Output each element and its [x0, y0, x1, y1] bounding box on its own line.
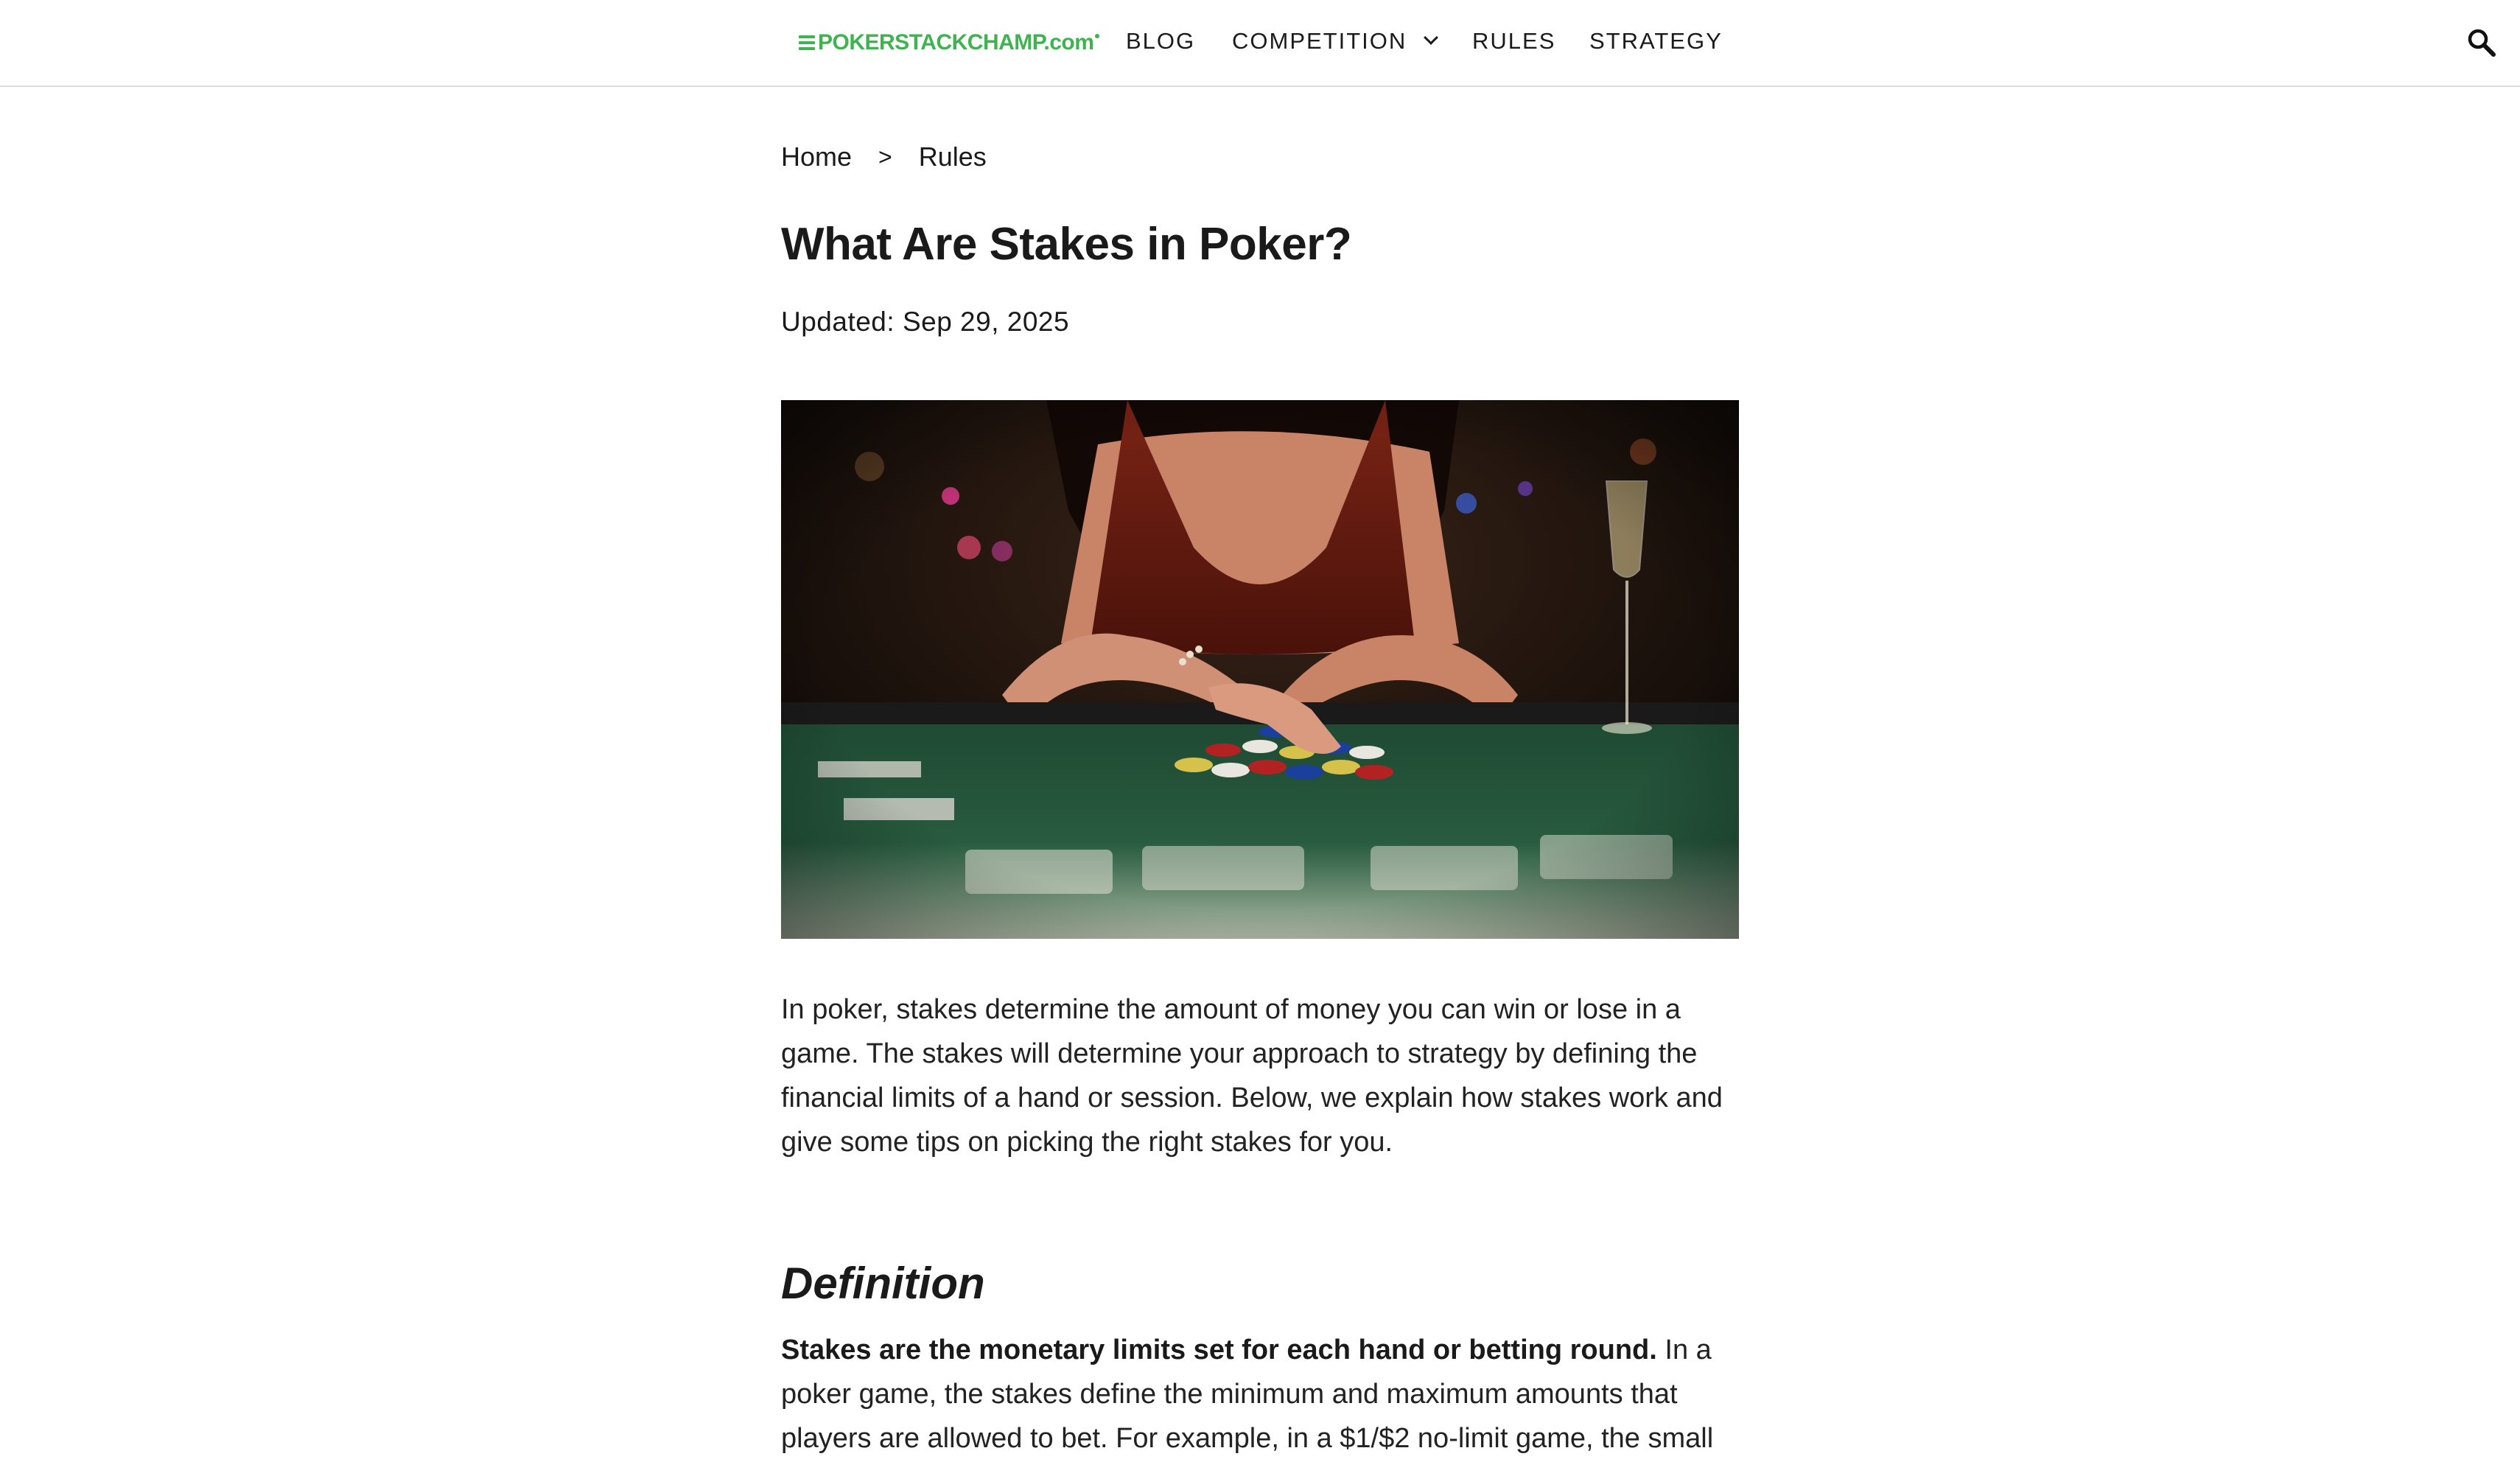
nav-label-blog: BLOG	[1126, 28, 1196, 54]
updated-date: Updated: Sep 29, 2025	[781, 307, 1070, 337]
nav-label-rules: RULES	[1472, 28, 1556, 54]
section-heading-definition: Definition	[781, 1259, 985, 1308]
nav-label-strategy: STRATEGY	[1589, 28, 1723, 54]
breadcrumb-home-link[interactable]: Home	[781, 141, 852, 172]
breadcrumb: Home > Rules	[781, 139, 987, 175]
breadcrumb-rules-link[interactable]: Rules	[919, 141, 987, 172]
logo-dot	[1095, 34, 1100, 38]
nav-item-competition[interactable]: COMPETITION	[1232, 0, 1439, 83]
search-icon	[2468, 29, 2496, 57]
nav-item-strategy[interactable]: STRATEGY	[1589, 0, 1723, 83]
breadcrumb-separator: >	[878, 143, 892, 170]
site-header: POKERSTACKCHAMP.com BLOG COMPETITION RUL…	[0, 0, 2520, 87]
chip-stack-icon	[799, 34, 815, 52]
site-logo[interactable]: POKERSTACKCHAMP.com	[799, 29, 1100, 56]
nav-item-rules[interactable]: RULES	[1472, 0, 1555, 83]
intro-paragraph: In poker, stakes determine the amount of…	[781, 994, 1723, 1158]
logo-text: POKERSTACKCHAMP.com	[818, 30, 1094, 55]
search-button[interactable]	[2465, 27, 2498, 59]
page-title: What Are Stakes in Poker?	[781, 219, 1352, 270]
poker-table-illustration	[781, 400, 1739, 939]
hero-image	[781, 400, 1739, 939]
nav-label-competition: COMPETITION	[1232, 28, 1407, 54]
definition-lead: Stakes are the monetary limits set for e…	[781, 1335, 1657, 1365]
nav-item-blog[interactable]: BLOG	[1126, 0, 1195, 83]
chevron-down-icon	[1424, 30, 1439, 45]
definition-paragraph: Stakes are the monetary limits set for e…	[781, 1328, 1746, 1461]
